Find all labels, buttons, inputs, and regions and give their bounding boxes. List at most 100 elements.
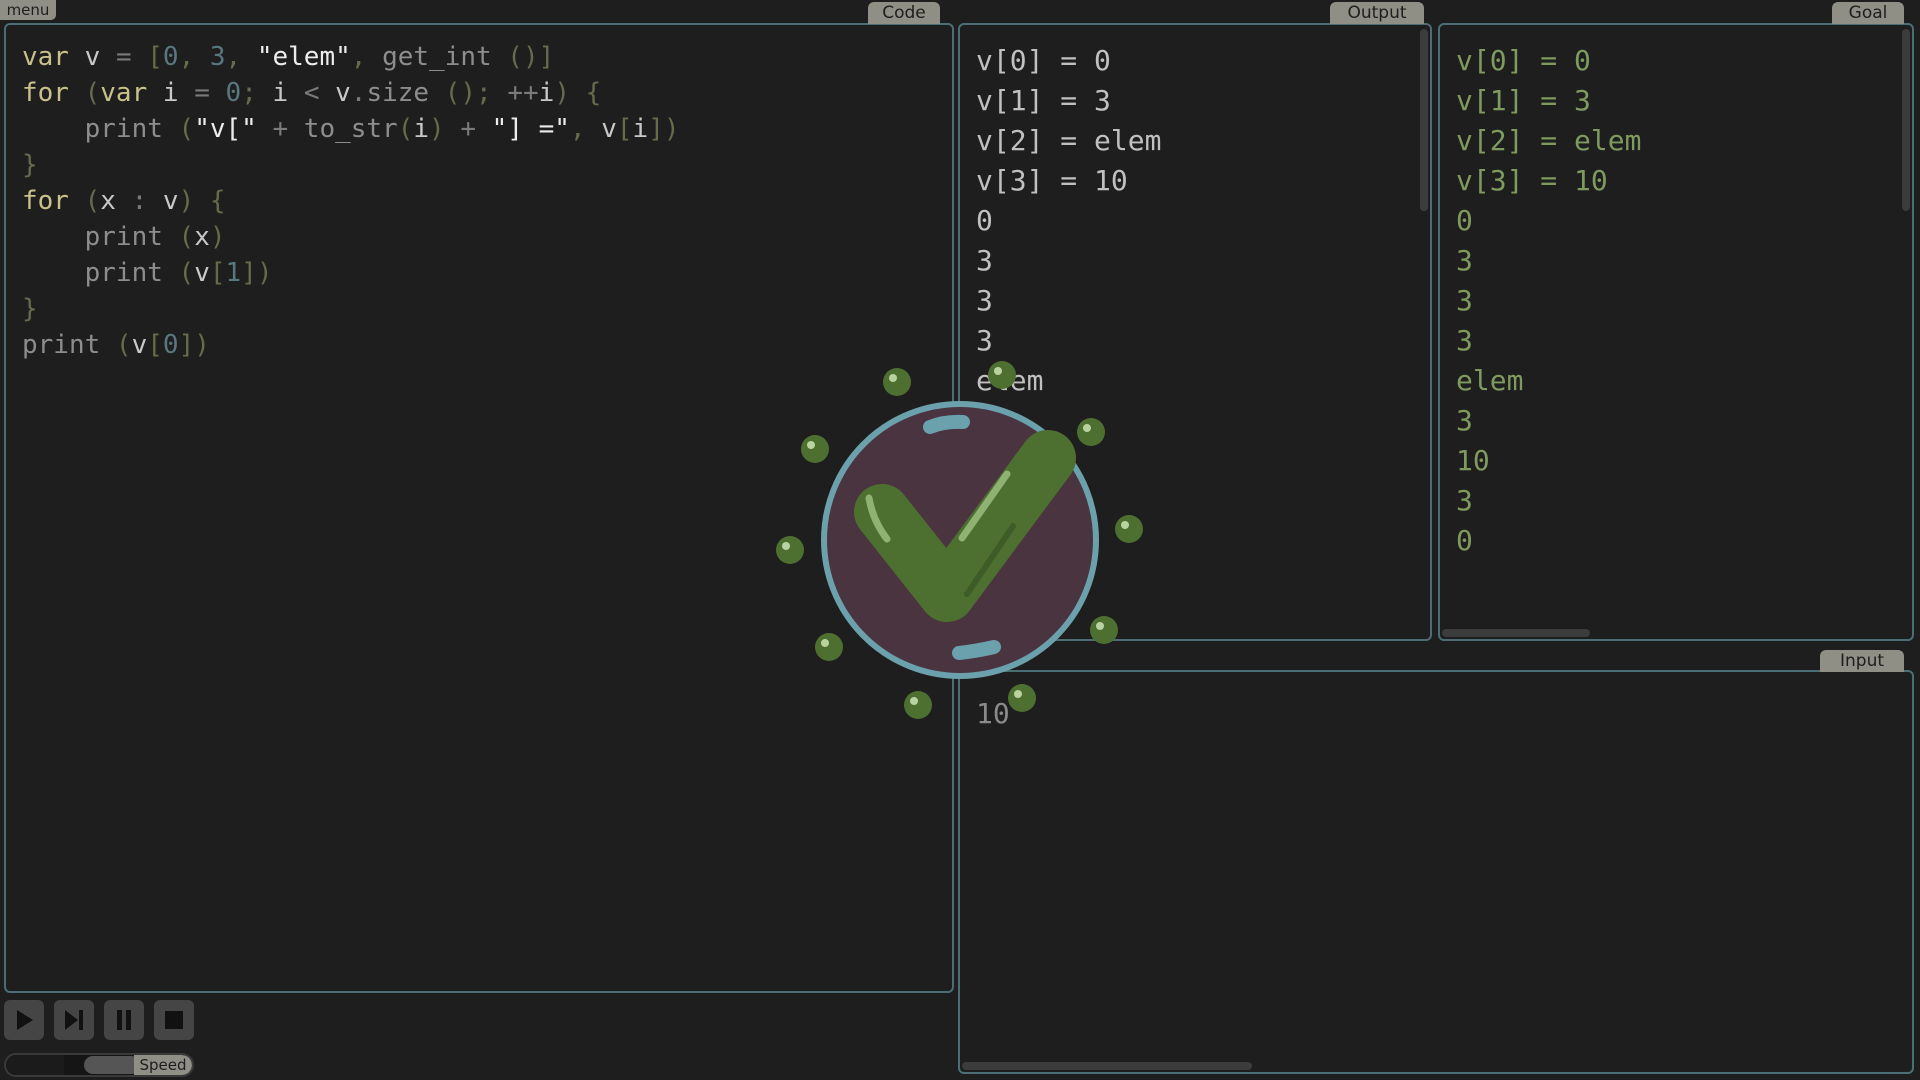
goal-line: elem bbox=[1456, 364, 1524, 397]
code-token: v bbox=[319, 78, 351, 108]
speed-slider-track-fill bbox=[6, 1055, 64, 1075]
code-line[interactable]: var v = [0, 3, "elem", get_int ()] bbox=[22, 39, 680, 75]
code-token: x bbox=[100, 186, 116, 216]
goal-line: 3 bbox=[1456, 484, 1473, 517]
output-tab: Output bbox=[1330, 2, 1424, 24]
code-token: ( bbox=[68, 78, 101, 108]
play-icon bbox=[17, 1010, 33, 1030]
code-token: . bbox=[350, 78, 367, 108]
code-token: ; bbox=[241, 78, 257, 108]
code-token: [ bbox=[147, 330, 163, 360]
code-token: + bbox=[256, 114, 289, 144]
output-line: 3 bbox=[976, 244, 993, 277]
code-token: 3 bbox=[194, 42, 226, 72]
code-token: "elem" bbox=[241, 42, 351, 72]
code-token: 0 bbox=[209, 78, 242, 108]
code-token: 0 bbox=[162, 42, 179, 72]
code-token: for bbox=[22, 186, 69, 216]
code-token: print bbox=[22, 258, 163, 288]
success-overlay bbox=[776, 361, 1143, 719]
output-line: 3 bbox=[976, 284, 993, 317]
goal-line: 10 bbox=[1456, 444, 1490, 477]
code-token: var bbox=[22, 42, 69, 72]
code-token: [ bbox=[209, 258, 226, 288]
code-token: get_int bbox=[366, 42, 492, 72]
goal-line: 3 bbox=[1456, 284, 1473, 317]
code-token: : bbox=[115, 186, 148, 216]
output-vertical-scrollbar[interactable] bbox=[1420, 29, 1428, 211]
code-token: 0 bbox=[162, 330, 179, 360]
code-line[interactable]: print (x) bbox=[22, 219, 680, 255]
goal-text: v[0] = 0 v[1] = 3 v[2] = elem v[3] = 10 0 3 3 3… bbox=[1456, 41, 1641, 561]
code-token: print bbox=[22, 222, 163, 252]
code-token: ( bbox=[100, 330, 132, 360]
code-token: 1 bbox=[225, 258, 242, 288]
code-token: < bbox=[303, 78, 320, 108]
goal-line: 0 bbox=[1456, 204, 1473, 237]
code-token: ++ bbox=[491, 78, 539, 108]
goal-horizontal-scrollbar[interactable] bbox=[1442, 629, 1590, 637]
code-token: () bbox=[429, 78, 477, 108]
code-token: size bbox=[366, 78, 430, 108]
stop-button[interactable] bbox=[154, 1000, 194, 1040]
stop-icon bbox=[165, 1011, 183, 1029]
code-token: ( bbox=[162, 114, 195, 144]
code-token: v bbox=[585, 114, 617, 144]
code-line[interactable]: print (v[1]) bbox=[22, 255, 680, 291]
goal-line: 3 bbox=[1456, 324, 1473, 357]
step-button[interactable] bbox=[54, 1000, 94, 1040]
code-token: + bbox=[444, 114, 476, 144]
code-token: ]) bbox=[648, 114, 680, 144]
code-token: i bbox=[632, 114, 649, 144]
code-token: ) bbox=[429, 114, 445, 144]
code-line[interactable]: print ("v[" + to_str(i) + "] =", v[i]) bbox=[22, 111, 680, 147]
code-token: , bbox=[178, 42, 195, 72]
pause-button[interactable] bbox=[104, 1000, 144, 1040]
play-button[interactable] bbox=[4, 1000, 44, 1040]
code-token: [ bbox=[131, 42, 163, 72]
goal-line: 3 bbox=[1456, 404, 1473, 437]
code-token: v bbox=[147, 186, 179, 216]
speed-slider[interactable]: Speed bbox=[4, 1053, 194, 1077]
code-line[interactable]: print (v[0]) bbox=[22, 327, 680, 363]
code-token: ( bbox=[162, 258, 195, 288]
goal-vertical-scrollbar[interactable] bbox=[1902, 29, 1910, 211]
code-token: = bbox=[115, 42, 132, 72]
code-line[interactable]: } bbox=[22, 147, 680, 183]
code-token: [ bbox=[616, 114, 633, 144]
output-text: v[0] = 0 v[1] = 3 v[2] = elem v[3] = 10 0 3 3 3… bbox=[976, 41, 1161, 401]
menu-button[interactable]: menu bbox=[0, 0, 56, 20]
speed-slider-knob[interactable] bbox=[84, 1056, 140, 1074]
code-token: print bbox=[22, 114, 163, 144]
code-token: , bbox=[569, 114, 586, 144]
code-token: var bbox=[100, 78, 148, 108]
checkmark-success-icon bbox=[821, 401, 1099, 679]
code-token: , bbox=[225, 42, 242, 72]
code-token: i bbox=[413, 114, 430, 144]
code-token: ( bbox=[397, 114, 414, 144]
pause-icon bbox=[117, 1010, 131, 1030]
code-token: ]) bbox=[241, 258, 273, 288]
code-token: } bbox=[22, 150, 38, 180]
step-icon bbox=[65, 1010, 83, 1030]
output-line: v[2] = elem bbox=[976, 124, 1162, 157]
speed-label: Speed bbox=[134, 1055, 192, 1075]
input-panel[interactable]: 10 bbox=[958, 670, 1914, 1074]
code-token: , bbox=[350, 42, 367, 72]
goal-line: 0 bbox=[1456, 524, 1473, 557]
code-token: ) { bbox=[178, 186, 226, 216]
code-line[interactable]: } bbox=[22, 291, 680, 327]
code-token: i bbox=[147, 78, 195, 108]
code-text[interactable]: var v = [0, 3, "elem", get_int ()] for (v… bbox=[22, 39, 680, 363]
code-token: "v[" bbox=[194, 114, 257, 144]
code-line[interactable]: for (var i = 0; i < v.size (); ++i) { bbox=[22, 75, 680, 111]
output-line: v[1] = 3 bbox=[976, 84, 1111, 117]
goal-tab: Goal bbox=[1832, 2, 1904, 24]
input-horizontal-scrollbar[interactable] bbox=[962, 1062, 1252, 1070]
code-line[interactable]: for (x : v) { bbox=[22, 183, 680, 219]
code-token: i bbox=[256, 78, 304, 108]
code-token: ( bbox=[68, 186, 101, 216]
code-token: i bbox=[538, 78, 555, 108]
code-token: v bbox=[68, 42, 116, 72]
code-token: ()] bbox=[491, 42, 555, 72]
